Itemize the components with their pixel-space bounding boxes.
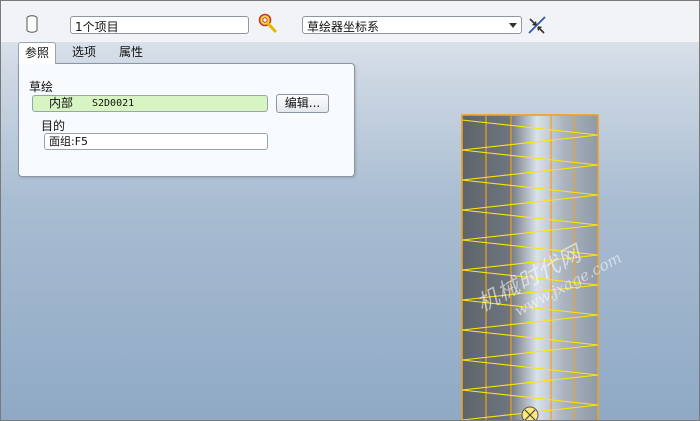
target-value: 面组:F5 [49, 135, 89, 148]
edit-sketch-button[interactable]: 编辑... [276, 94, 329, 113]
feature-dashboard-toolbar: 1个项目 草绘器坐标系 [0, 0, 700, 42]
tab-references[interactable]: 参照 [18, 42, 56, 64]
datum-point-icon [521, 406, 539, 421]
lock-collector-icon[interactable] [257, 13, 279, 35]
tab-properties[interactable]: 属性 [116, 42, 146, 63]
target-label: 目的 [41, 119, 66, 133]
sketch-label: 草绘 [29, 80, 54, 94]
target-collector[interactable]: 面组:F5 [44, 133, 268, 150]
cylinder-icon[interactable] [26, 15, 38, 33]
tab-options[interactable]: 选项 [69, 42, 99, 63]
dropdown-arrow-icon[interactable] [509, 23, 517, 28]
coordinate-system-value: 草绘器坐标系 [307, 20, 380, 34]
selection-collector-value: 1个项目 [75, 20, 119, 34]
references-panel: 草绘 内部 S2D0021 编辑... 目的 面组:F5 [18, 63, 355, 177]
sketch-name: S2D0021 [92, 98, 135, 109]
model-viewport[interactable] [459, 112, 605, 421]
sketch-collector[interactable]: 内部 S2D0021 [32, 95, 268, 112]
selection-collector[interactable]: 1个项目 [70, 16, 249, 34]
sketch-kind: 内部 [49, 96, 74, 110]
coordinate-system-select[interactable]: 草绘器坐标系 [302, 16, 522, 34]
flip-direction-icon[interactable] [527, 15, 547, 35]
